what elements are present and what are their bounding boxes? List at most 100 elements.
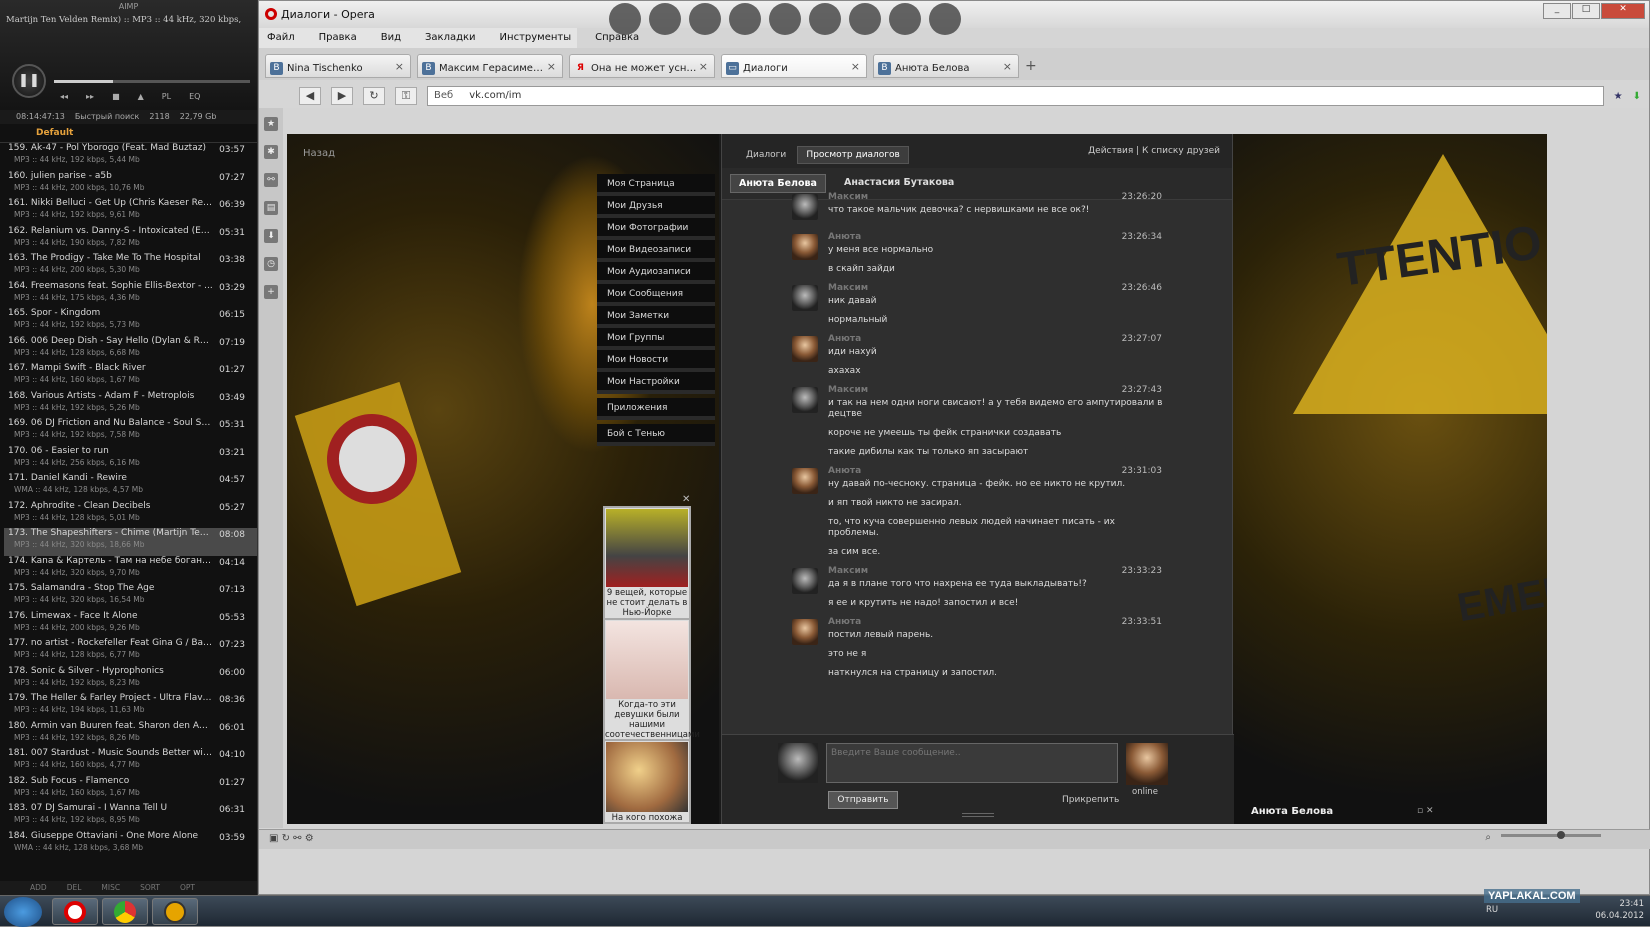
- close-tab-icon[interactable]: ×: [699, 60, 708, 73]
- peer-tab-anastasia[interactable]: Анастасия Бутакова: [836, 174, 962, 193]
- reload-icon[interactable]: ↻: [363, 87, 385, 105]
- close-icon[interactable]: ✕: [1601, 3, 1645, 19]
- playlist-tab[interactable]: Default: [0, 124, 257, 143]
- promo-card[interactable]: На кого похожа: [603, 739, 691, 824]
- playlist-item[interactable]: 181. 007 Stardust - Music Sounds Better …: [4, 748, 257, 776]
- zoom-icon[interactable]: ⌕: [1485, 832, 1491, 843]
- promo-card[interactable]: Когда-то эти девушки были нашими соотече…: [603, 618, 700, 742]
- playlist-item[interactable]: 177. no artist - Rockefeller Feat Gina G…: [4, 638, 257, 666]
- close-tab-icon[interactable]: ×: [1003, 60, 1012, 73]
- eject-icon[interactable]: ▲: [138, 92, 144, 101]
- bookmark-star-icon[interactable]: ★: [1614, 91, 1623, 102]
- unite-icon[interactable]: ⚯: [264, 173, 278, 187]
- pl-button[interactable]: PL: [162, 92, 171, 101]
- message-input[interactable]: [826, 743, 1118, 783]
- send-button[interactable]: Отправить: [828, 791, 898, 809]
- playlist-item[interactable]: 176. Limewax - Face It Alone 05:53 MP3 :: …: [4, 611, 257, 639]
- clock[interactable]: 23:41 06.04.2012: [1595, 898, 1644, 922]
- menu-file[interactable]: Файл: [267, 32, 295, 44]
- playlist-item[interactable]: 167. Mampi Swift - Black River 01:27 MP3 :…: [4, 363, 257, 391]
- add-panel-icon[interactable]: +: [264, 285, 278, 299]
- pause-icon[interactable]: ❚❚: [12, 64, 46, 98]
- minimize-icon[interactable]: _: [1543, 3, 1571, 19]
- playlist-item[interactable]: 175. Salamandra - Stop The Age 07:13 MP3 :…: [4, 583, 257, 611]
- download-icon[interactable]: ⬇: [1633, 91, 1641, 102]
- taskbar-opera[interactable]: [52, 898, 98, 925]
- playlist-item[interactable]: 183. 07 DJ Samurai - I Wanna Tell U 06:31…: [4, 803, 257, 831]
- aimp-progress-bar[interactable]: [54, 80, 250, 83]
- menu-groups[interactable]: Мои Группы: [597, 328, 715, 350]
- menu-settings[interactable]: Мои Настройки: [597, 372, 715, 394]
- eq-button[interactable]: EQ: [189, 92, 200, 101]
- promo-card[interactable]: 9 вещей, которые не стоит делать в Нью-Й…: [603, 506, 691, 620]
- message-author[interactable]: Анюта: [828, 617, 1164, 627]
- message-author[interactable]: Максим: [828, 566, 1164, 576]
- back-link[interactable]: Назад: [303, 148, 335, 159]
- next-icon[interactable]: ▸▸: [86, 92, 94, 101]
- message-avatar[interactable]: [792, 194, 818, 220]
- sort-button[interactable]: SORT: [140, 883, 160, 893]
- forward-icon[interactable]: ▶: [331, 87, 353, 105]
- key-icon[interactable]: ⚿: [395, 87, 417, 105]
- add-button[interactable]: ADD: [30, 883, 47, 893]
- restore-icon[interactable]: ▫: [1417, 806, 1423, 816]
- downloads-icon[interactable]: ⬇: [264, 229, 278, 243]
- tab-maxim[interactable]: В Максим Герасименко ×: [417, 54, 563, 78]
- zoom-slider[interactable]: [1501, 831, 1601, 839]
- playlist-item[interactable]: 168. Various Artists - Adam F - Metroplo…: [4, 391, 257, 419]
- playlist-item[interactable]: 165. Spor - Kingdom 06:15 MP3 :: 44 kHz, 1…: [4, 308, 257, 336]
- message-author[interactable]: Максим: [828, 192, 1164, 202]
- tab-dialogs[interactable]: ▭ Диалоги ×: [721, 54, 867, 78]
- prev-icon[interactable]: ◂◂: [60, 92, 68, 101]
- message-avatar[interactable]: [792, 285, 818, 311]
- playlist-item[interactable]: 173. The Shapeshifters - Chime (Martijn …: [4, 528, 257, 556]
- playlist-item[interactable]: 170. 06 - Easier to run 03:21 MP3 :: 44 kH…: [4, 446, 257, 474]
- playlist-item[interactable]: 171. Daniel Kandi - Rewire 04:57 WMA :: 44…: [4, 473, 257, 501]
- close-icon[interactable]: ✕: [682, 494, 690, 505]
- menu-videos[interactable]: Мои Видеозаписи: [597, 240, 715, 262]
- playlist-item[interactable]: 172. Aphrodite - Clean Decibels 05:27 MP3 …: [4, 501, 257, 529]
- start-button[interactable]: [4, 897, 42, 927]
- playlist-item[interactable]: 169. 06 DJ Friction and Nu Balance - Sou…: [4, 418, 257, 446]
- playlist-item[interactable]: 178. Sonic & Silver - Hyprophonics 06:00 M…: [4, 666, 257, 694]
- playlist-item[interactable]: 159. Ak-47 - Pol Yborogo (Feat. Mad Buzt…: [4, 143, 257, 171]
- bookmarks-icon[interactable]: ★: [264, 117, 278, 131]
- back-icon[interactable]: ◀: [299, 87, 321, 105]
- maximize-icon[interactable]: □: [1572, 3, 1600, 19]
- address-field[interactable]: Веб vk.com/im: [427, 86, 1604, 106]
- menu-photos[interactable]: Мои Фотографии: [597, 218, 715, 240]
- actions-link[interactable]: Действия | К списку друзей: [1088, 146, 1220, 156]
- opt-button[interactable]: OPT: [180, 883, 195, 893]
- playlist-item[interactable]: 182. Sub Focus - Flamenco 01:27 MP3 :: 44 …: [4, 776, 257, 804]
- playlist-item[interactable]: 163. The Prodigy - Take Me To The Hospit…: [4, 253, 257, 281]
- message-avatar[interactable]: [792, 468, 818, 494]
- menu-bookmarks[interactable]: Закладки: [425, 32, 476, 44]
- peer-tab-anyuta[interactable]: Анюта Белова: [730, 174, 826, 193]
- close-icon[interactable]: ✕: [1426, 806, 1434, 816]
- peer-avatar[interactable]: [1126, 743, 1168, 785]
- new-tab-icon[interactable]: +: [1025, 54, 1037, 80]
- message-avatar[interactable]: [792, 387, 818, 413]
- menu-shadow-fight[interactable]: Бой с Тенью: [597, 424, 715, 446]
- menu-tools[interactable]: Инструменты: [500, 32, 572, 44]
- resize-grip[interactable]: [962, 813, 994, 817]
- tab-dialogs[interactable]: Диалоги: [738, 147, 794, 163]
- message-author[interactable]: Анюта: [828, 334, 1164, 344]
- playlist-item[interactable]: 184. Giuseppe Ottaviani - One More Alone…: [4, 831, 257, 859]
- menu-news[interactable]: Мои Новости: [597, 350, 715, 372]
- message-author[interactable]: Максим: [828, 283, 1164, 293]
- playlist-item[interactable]: 179. The Heller & Farley Project - Ultra…: [4, 693, 257, 721]
- playlist-item[interactable]: 180. Armin van Buuren feat. Sharon den A…: [4, 721, 257, 749]
- notes-icon[interactable]: ▤: [264, 201, 278, 215]
- playlist-item[interactable]: 161. Nikki Belluci - Get Up (Chris Kaese…: [4, 198, 257, 226]
- message-avatar[interactable]: [792, 234, 818, 260]
- menu-edit[interactable]: Правка: [319, 32, 357, 44]
- history-icon[interactable]: ◷: [264, 257, 278, 271]
- message-author[interactable]: Анюта: [828, 232, 1164, 242]
- panel-toggle-icon[interactable]: ▣ ↻ ⚯ ⚙: [269, 833, 314, 844]
- menu-apps[interactable]: Приложения: [597, 398, 715, 420]
- attach-link[interactable]: Прикрепить: [1062, 795, 1119, 805]
- del-button[interactable]: DEL: [67, 883, 82, 893]
- close-tab-icon[interactable]: ×: [395, 60, 404, 73]
- tab-view-dialogs[interactable]: Просмотр диалогов: [797, 146, 909, 164]
